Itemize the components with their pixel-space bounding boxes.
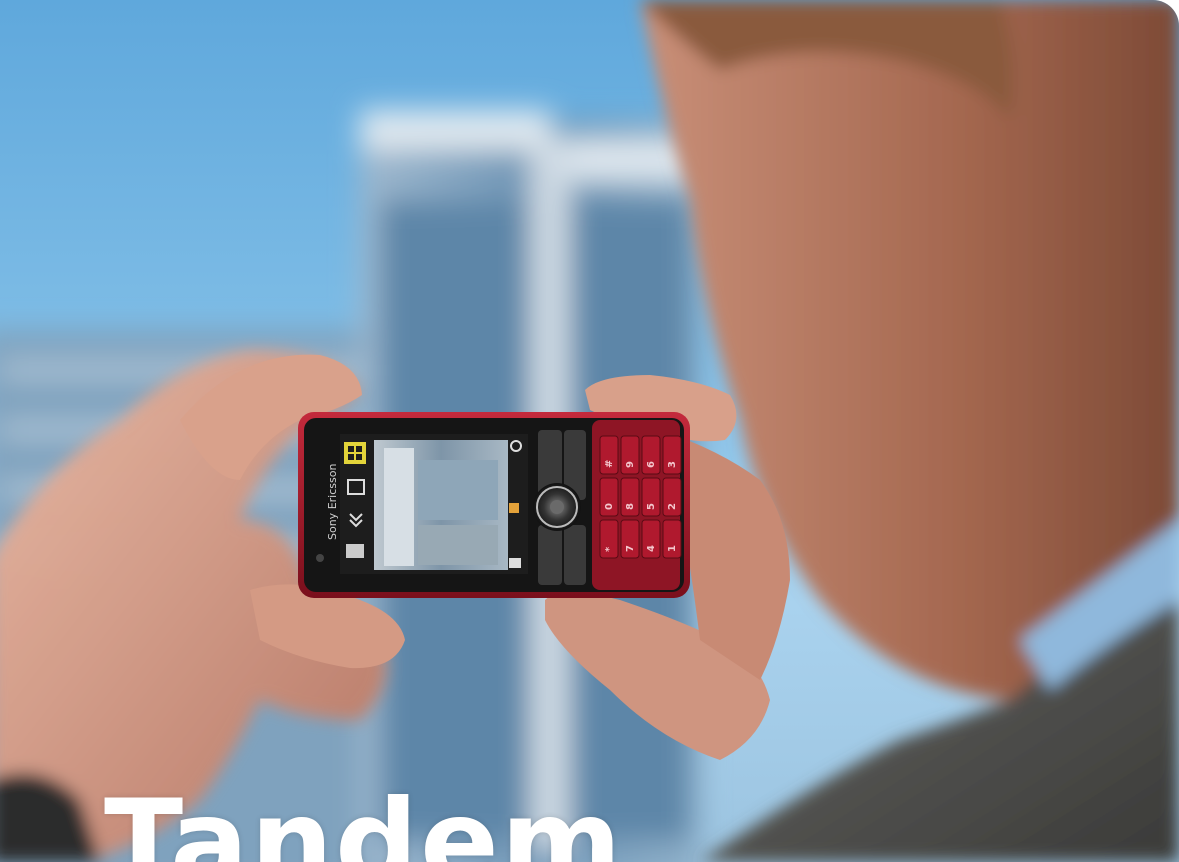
keypad-key-label: 2 xyxy=(667,503,678,510)
keypad-key-label: 0 xyxy=(604,503,615,510)
keypad-key-label: 4 xyxy=(646,545,657,552)
keypad-key-label: # xyxy=(604,460,615,468)
headline-text: Tandem xyxy=(104,775,624,862)
keypad-key-label: 6 xyxy=(646,461,657,468)
keypad-key-label: 9 xyxy=(625,461,636,468)
keypad-key-label: * xyxy=(604,546,615,552)
keypad-key-label: 8 xyxy=(625,503,636,510)
photo-illustration: Sony Ericsson 1 2 3 4 5 6 7 8 9 * 0 # xyxy=(0,0,1179,862)
keypad-key-label: 7 xyxy=(625,545,636,552)
keypad-key-label: 5 xyxy=(646,503,657,510)
keypad-key-label: 1 xyxy=(667,545,678,552)
photo-scene: Sony Ericsson 1 2 3 4 5 6 7 8 9 * 0 # Tandem xyxy=(0,0,1179,862)
phone-brand: Sony Ericsson xyxy=(326,464,339,540)
keypad-key-label: 3 xyxy=(667,461,678,468)
